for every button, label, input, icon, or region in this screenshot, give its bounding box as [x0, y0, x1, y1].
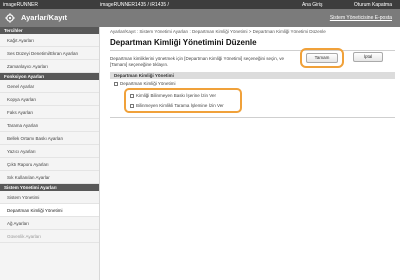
manage-dept-option[interactable]: Departman Kimliği Yönetimi	[114, 80, 175, 87]
allow-unknown-scan-option[interactable]: Bilinmeyen Kimlikli Tarama İşlemine İzin…	[130, 102, 224, 109]
admin-mail-link[interactable]: Sistem Yöneticisine E-posta	[330, 15, 392, 21]
sidebar-item-volume-display[interactable]: Ses Düzeyi Denetimi/Ekran Ayarları	[0, 47, 99, 60]
instructions-text: Departman kimliklerini yönetmek için [De…	[110, 56, 284, 67]
manage-dept-label: Departman Kimliği Yönetimi	[120, 81, 176, 86]
admin-mail-label: Sistem Yöneticisine E-posta	[329, 15, 392, 21]
sidebar-item-paper-settings[interactable]: Kağıt Ayarları	[0, 34, 99, 47]
title-divider	[110, 50, 395, 51]
cancel-button[interactable]: İptal	[353, 52, 383, 62]
sidebar-item-network-settings[interactable]: Ağ Ayarları	[0, 217, 99, 230]
page-title: Departman Kimliği Yönetimini Düzenle	[110, 38, 257, 47]
top-bar: imageRUNNER imageRUNNER1435 / iR1435 / A…	[0, 0, 400, 9]
sidebar-item-department-id[interactable]: Departman Kimliği Yönetimi	[0, 204, 99, 217]
panel-divider	[110, 117, 395, 118]
page-header-title: Ayarlar/Kayıt	[21, 13, 67, 22]
settings-icon	[5, 13, 15, 23]
device-model: imageRUNNER1435 / iR1435 /	[100, 2, 169, 8]
allow-unknown-print-option[interactable]: Kimliği Bilinmeyen Baskı İşerine İzin Ve…	[130, 92, 216, 99]
sidebar-item-media-print-settings[interactable]: Bellek Ortamı Baskı Ayarları	[0, 132, 99, 145]
panel-heading: Departman Kimliği Yönetimi	[110, 72, 395, 79]
allow-unknown-print-label: Kimliği Bilinmeyen Baskı İşerine İzin Ve…	[136, 93, 217, 98]
sidebar-item-timer-settings[interactable]: Zamanlayıcı Ayarları	[0, 60, 99, 73]
panel-body: Departman Kimliği Yönetimi Kimliği Bilin…	[110, 79, 395, 117]
department-id-panel: Departman Kimliği Yönetimi Departman Kim…	[110, 72, 395, 118]
ok-button-highlight: Tamam	[300, 48, 344, 68]
header: Ayarlar/Kayıt Sistem Yöneticisine E-post…	[0, 9, 400, 27]
sidebar-item-scan-settings[interactable]: Tarama Ayarları	[0, 119, 99, 132]
sidebar-item-system-management[interactable]: Sistem Yönetimi	[0, 191, 99, 204]
sidebar-item-security-settings[interactable]: Güvenlik Ayarları	[0, 230, 99, 243]
main-content: Ayarlar/Kayıt : Sistem Yönetimi Ayarları…	[110, 29, 395, 118]
allow-unknown-print-checkbox[interactable]	[130, 93, 134, 98]
breadcrumb: Ayarlar/Kayıt : Sistem Yönetimi Ayarları…	[110, 29, 326, 34]
logout-link[interactable]: Oturum Kapatma	[354, 2, 392, 8]
allow-unknown-scan-checkbox[interactable]	[130, 103, 134, 108]
allow-unknown-scan-label: Bilinmeyen Kimlikli Tarama İşlemine İzin…	[136, 103, 224, 108]
sidebar-item-printer-settings[interactable]: Yazıcı Ayarları	[0, 145, 99, 158]
device-name: imageRUNNER	[3, 2, 39, 8]
sidebar-item-fax-settings[interactable]: Faks Ayarları	[0, 106, 99, 119]
sidebar: Tercihler Kağıt Ayarları Ses Düzeyi Dene…	[0, 27, 100, 280]
sidebar-item-copy-settings[interactable]: Kopya Ayarları	[0, 93, 99, 106]
sidebar-section-system-management: Sistem Yönetimi Ayarları	[0, 184, 99, 191]
home-link[interactable]: Ana Giriş	[302, 2, 323, 8]
sidebar-item-general-settings[interactable]: Genel Ayarlar	[0, 80, 99, 93]
ok-button[interactable]: Tamam	[306, 53, 338, 63]
sidebar-item-favorite-settings[interactable]: Sık Kullanılan Ayarlar	[0, 171, 99, 184]
manage-dept-checkbox[interactable]	[114, 81, 118, 86]
sidebar-section-function-settings: Fonksiyon Ayarları	[0, 73, 99, 80]
sidebar-section-preferences: Tercihler	[0, 27, 99, 34]
sidebar-item-report-settings[interactable]: Çıktı Raporu Ayarları	[0, 158, 99, 171]
